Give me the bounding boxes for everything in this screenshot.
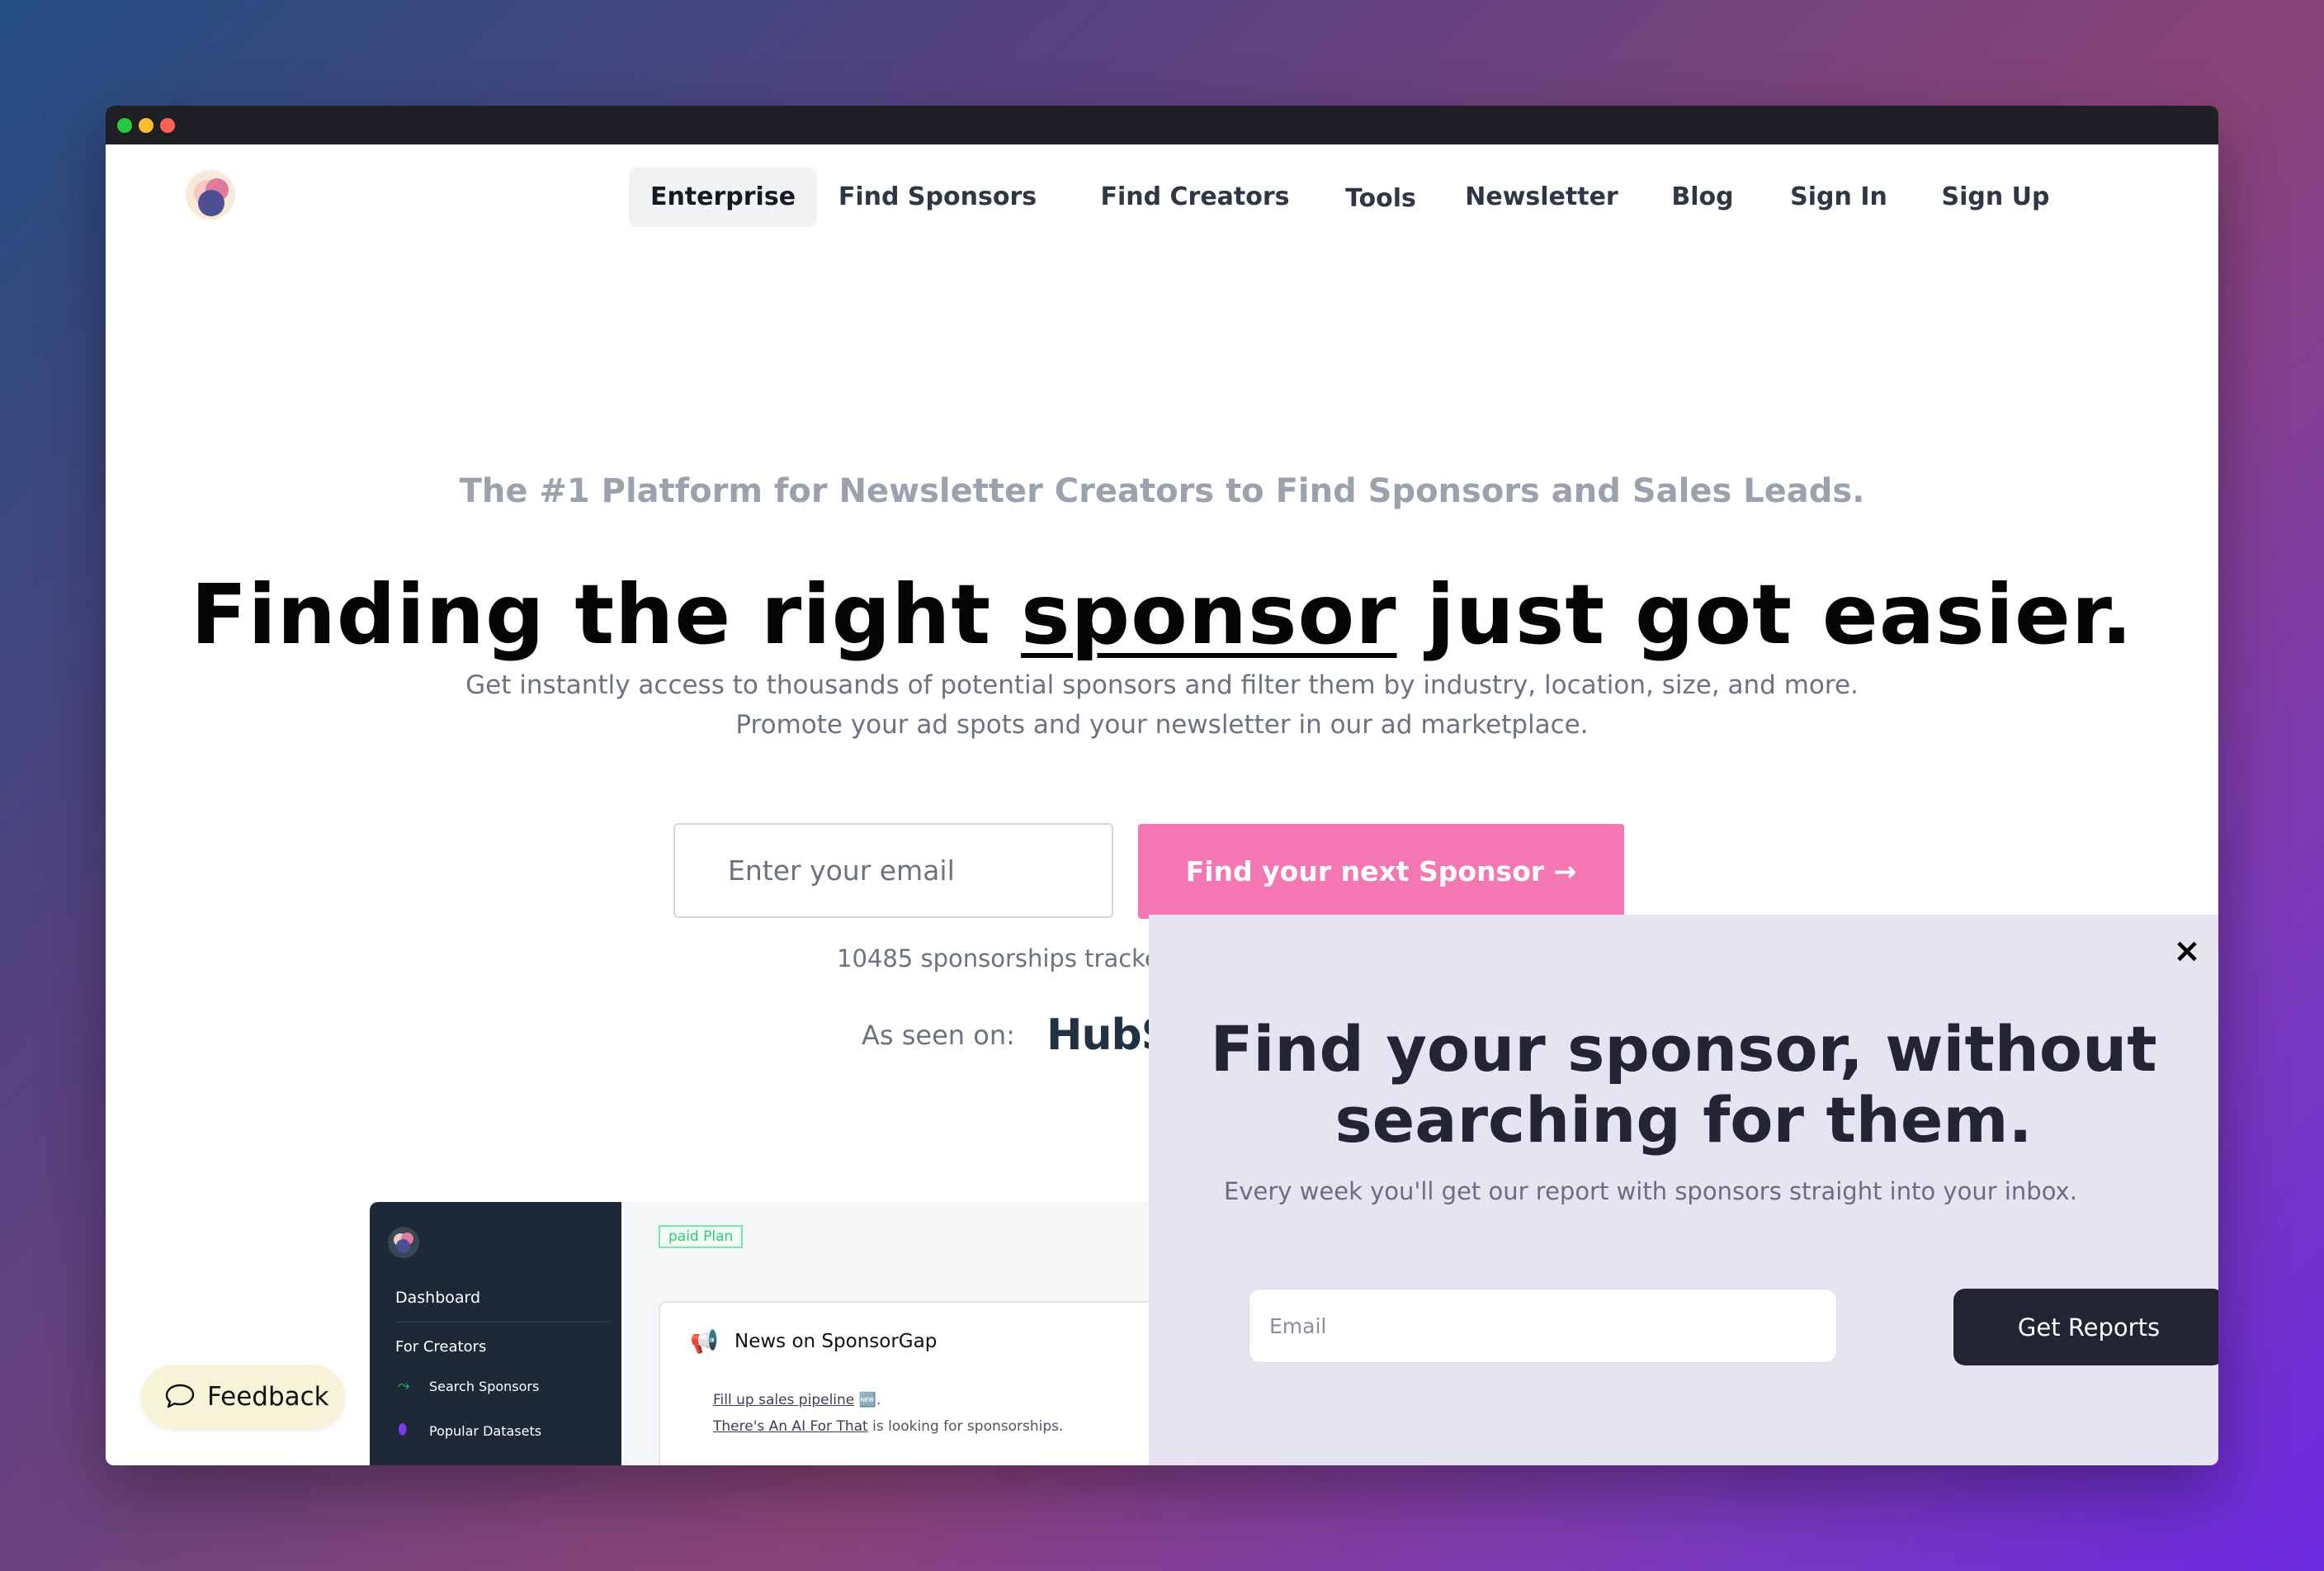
nav-sign-up[interactable]: Sign Up (1930, 168, 2062, 227)
chat-bubble-icon (165, 1384, 195, 1408)
preview-dashboard-label: Dashboard (395, 1289, 481, 1307)
as-seen-on-label: As seen on: (862, 1020, 1015, 1051)
newsletter-popup: × Find your sponsor, without searching f… (1149, 915, 2218, 1465)
nav-blog[interactable]: Blog (1657, 168, 1748, 227)
feedback-button[interactable]: Feedback (141, 1365, 345, 1429)
megaphone-icon: 📢 (690, 1327, 719, 1355)
main-nav: Enterprise Find Sponsors Find Creators T… (106, 168, 2218, 227)
preview-divider (395, 1322, 610, 1323)
popup-subtitle: Every week you'll get our report with sp… (1224, 1177, 2077, 1205)
browser-window: Enterprise Find Sponsors Find Creators T… (106, 106, 2218, 1465)
nav-find-sponsors[interactable]: Find Sponsors (830, 168, 1045, 227)
news-card-title: News on SponsorGap (735, 1331, 938, 1352)
preview-popular-datasets: Popular Datasets (429, 1423, 542, 1439)
preview-search-sponsors: Search Sponsors (429, 1379, 540, 1394)
popup-title-line-1: Find your sponsor, without (1210, 1012, 2157, 1086)
news-line-2: There's An AI For That is looking for sp… (713, 1418, 1063, 1435)
headline-pre: Finding the right (191, 566, 1021, 663)
sponsorships-tracked-count: 10485 sponsorships tracke (837, 944, 1160, 972)
window-dot-green[interactable] (117, 118, 132, 133)
news-line-1-rest: 🆕. (854, 1392, 881, 1408)
popup-email-input[interactable] (1249, 1289, 1837, 1363)
headline-underlined-word: sponsor (1021, 566, 1397, 663)
preview-sidebar: Dashboard For Creators ⤳ Search Sponsors… (370, 1202, 621, 1465)
hero-description-line-1: Get instantly access to thousands of pot… (465, 670, 1859, 700)
preview-for-creators-label: For Creators (395, 1338, 487, 1356)
hero-headline: Finding the right sponsor just got easie… (106, 566, 2218, 663)
news-link-1: Fill up sales pipeline (713, 1392, 855, 1408)
activity-icon: ⤳ (398, 1377, 410, 1394)
headline-post: just got easier. (1396, 566, 2133, 663)
nav-newsletter[interactable]: Newsletter (1459, 168, 1624, 227)
popup-title: Find your sponsor, without searching for… (1149, 1014, 2218, 1156)
hero-description-line-2: Promote your ad spots and your newslette… (735, 710, 1589, 740)
feedback-label: Feedback (207, 1382, 329, 1412)
news-link-2: There's An AI For That (713, 1418, 868, 1435)
hero-tagline: The #1 Platform for Newsletter Creators … (459, 472, 1865, 510)
preview-logo (388, 1227, 419, 1258)
news-line-2-rest: is looking for sponsorships. (867, 1418, 1064, 1435)
find-sponsor-button[interactable]: Find your next Sponsor → (1138, 824, 1624, 919)
nav-find-creators[interactable]: Find Creators (1088, 168, 1302, 227)
close-icon[interactable]: × (2170, 935, 2204, 968)
news-line-1: Fill up sales pipeline 🆕. (713, 1392, 881, 1408)
window-dot-yellow[interactable] (139, 118, 154, 133)
hero-email-input[interactable] (673, 823, 1113, 918)
flame-icon: ⬮ (398, 1421, 408, 1438)
paid-plan-badge: paid Plan (659, 1225, 744, 1248)
nav-tools[interactable]: Tools (1335, 169, 1426, 229)
window-dot-red[interactable] (160, 118, 175, 133)
nav-enterprise[interactable]: Enterprise (629, 168, 817, 227)
nav-sign-in[interactable]: Sign In (1781, 168, 1897, 227)
window-titlebar (106, 106, 2218, 144)
get-reports-button[interactable]: Get Reports (1953, 1289, 2218, 1365)
popup-title-line-2: searching for them. (1334, 1083, 2033, 1157)
